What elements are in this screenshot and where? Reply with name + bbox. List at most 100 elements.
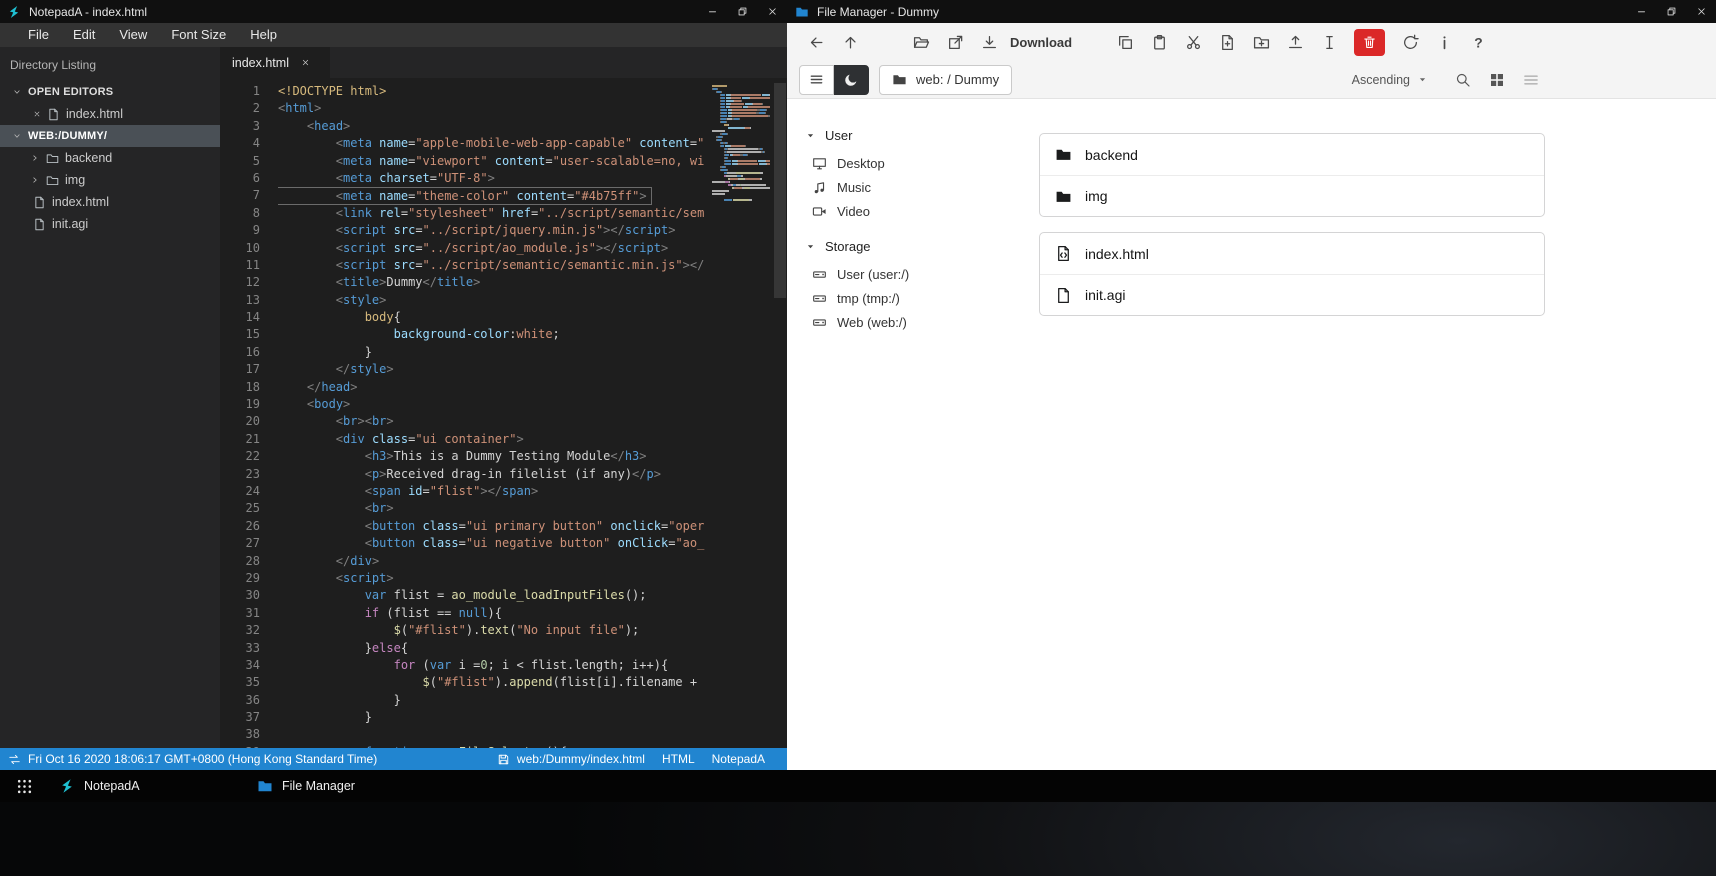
open-in-new-button[interactable]	[938, 27, 972, 57]
scrollbar-thumb[interactable]	[774, 83, 786, 298]
task-notepada[interactable]: NotepadA	[46, 770, 244, 802]
tree-item-open-editors[interactable]: OPEN EDITORS	[0, 81, 220, 103]
new-folder-button[interactable]	[1244, 27, 1278, 57]
paste-button[interactable]	[1142, 27, 1176, 57]
code-area[interactable]: 1 2 3 4 5 6 7 8 9 10 11 12 13 14 15 16 17 18 19 20 21 22 23 24 2…	[220, 78, 787, 748]
minimize-icon	[707, 6, 718, 17]
sync-arrows-icon	[8, 753, 21, 766]
cut-button[interactable]	[1176, 27, 1210, 57]
back-button[interactable]	[799, 27, 833, 57]
file-row-backend[interactable]: backend	[1040, 134, 1544, 175]
sidebar-item-web-web[interactable]: Web (web:/)	[805, 310, 1015, 334]
dark-mode-toggle[interactable]	[834, 64, 869, 95]
apps-button[interactable]	[10, 772, 38, 800]
section-storage[interactable]: Storage	[805, 236, 1015, 256]
chevron-right-icon	[30, 153, 40, 163]
code-line: <link rel="stylesheet" href="../script/s…	[335, 205, 705, 220]
close-icon[interactable]	[33, 110, 41, 118]
minimap[interactable]	[712, 85, 770, 202]
editor-scrollbar[interactable]	[773, 78, 787, 748]
file-name: index.html	[1085, 245, 1149, 262]
code-line: }	[278, 692, 401, 707]
download-button[interactable]	[972, 27, 1006, 57]
code-line: <meta name="viewport" content="user-scal…	[335, 153, 705, 168]
notepada-titlebar[interactable]: NotepadA - index.html	[0, 0, 787, 23]
upload-button[interactable]	[1278, 27, 1312, 57]
menu-edit[interactable]: Edit	[61, 23, 107, 47]
code-editor[interactable]: index.html 1 2 3 4 5 6 7 8 9 10 11 12 13 14 15 16 17 18 19…	[220, 47, 787, 748]
grid-view-button[interactable]	[1480, 65, 1514, 95]
list-view-button[interactable]	[1514, 65, 1548, 95]
editor-tabbar: index.html	[220, 47, 787, 78]
line-number: 8	[252, 205, 260, 220]
sidebar-item-desktop[interactable]: Desktop	[805, 151, 1015, 175]
tree-item-index-html[interactable]: index.html	[0, 103, 220, 125]
file-plus-icon	[1219, 34, 1236, 51]
line-number: 28	[245, 553, 260, 568]
status-language[interactable]: HTML	[662, 752, 695, 766]
close-icon	[767, 6, 778, 17]
copy-button[interactable]	[1108, 27, 1142, 57]
tree-item-backend[interactable]: backend	[0, 147, 220, 169]
rename-button[interactable]	[1312, 27, 1346, 57]
filemanager-titlebar[interactable]: File Manager - Dummy	[787, 0, 1716, 23]
info-button[interactable]	[1427, 27, 1461, 57]
tab-index-html[interactable]: index.html	[220, 47, 330, 78]
restore-button[interactable]	[727, 0, 757, 23]
download-icon	[981, 34, 998, 51]
open-button[interactable]	[904, 27, 938, 57]
section-user[interactable]: User	[805, 125, 1015, 145]
delete-button[interactable]	[1354, 28, 1386, 56]
filemanager-logo-icon	[795, 5, 809, 19]
tree-item-init-agi[interactable]: init.agi	[0, 213, 220, 235]
line-number: 2	[252, 101, 260, 116]
sidebar-item-tmp-tmp[interactable]: tmp (tmp:/)	[805, 286, 1015, 310]
help-button[interactable]: ?	[1461, 27, 1495, 57]
search-button[interactable]	[1446, 65, 1480, 95]
status-datetime: Fri Oct 16 2020 18:06:17 GMT+0800 (Hong …	[28, 752, 378, 766]
breadcrumb[interactable]: web: / Dummy	[879, 64, 1013, 95]
up-button[interactable]	[833, 27, 867, 57]
file-row-init-agi[interactable]: init.agi	[1040, 274, 1544, 315]
file-row-index-html[interactable]: index.html	[1040, 233, 1544, 274]
tree-item-index-html[interactable]: index.html	[0, 191, 220, 213]
minimize-button[interactable]	[1626, 0, 1656, 23]
sidebar-item-music[interactable]: Music	[805, 175, 1015, 199]
code-line: <script>	[335, 570, 394, 585]
moon-icon	[844, 72, 859, 87]
refresh-button[interactable]	[1393, 27, 1427, 57]
sidebar-item-user-user[interactable]: User (user:/)	[805, 262, 1015, 286]
download-label[interactable]: Download	[1010, 35, 1072, 50]
menu-file[interactable]: File	[16, 23, 61, 47]
code-line: <span id="flist"></span>	[364, 483, 539, 498]
minimize-icon	[1636, 6, 1647, 17]
menu-help[interactable]: Help	[238, 23, 289, 47]
minimize-button[interactable]	[697, 0, 727, 23]
restore-button[interactable]	[1656, 0, 1686, 23]
sidebar-item-video[interactable]: Video	[805, 199, 1015, 223]
code-content[interactable]: <!DOCTYPE html> <html> <head> <meta name=…	[278, 83, 707, 748]
code-line: <script src="../script/ao_module.js"></s…	[335, 240, 669, 255]
taskbar: NotepadA File Manager	[0, 770, 1716, 802]
code-line: }	[278, 344, 372, 359]
line-number: 34	[245, 657, 260, 672]
menu-font-size[interactable]: Font Size	[159, 23, 238, 47]
active-line: <meta name="theme-color" content="#4b75f…	[278, 187, 652, 205]
close-button[interactable]	[1686, 0, 1716, 23]
tree-item-label: index.html	[52, 195, 109, 209]
code-line: $("#flist").append(flist[i].filename +	[422, 675, 705, 690]
task-file-manager[interactable]: File Manager	[244, 770, 442, 802]
new-file-button[interactable]	[1210, 27, 1244, 57]
floppy-icon[interactable]	[497, 753, 510, 766]
menu-view[interactable]: View	[107, 23, 159, 47]
code-line: <div class="ui container">	[335, 431, 524, 446]
sort-dropdown[interactable]: Ascending	[1352, 73, 1428, 87]
tree-item-web-dummy[interactable]: WEB:/DUMMY/	[0, 125, 220, 147]
code-line: </div>	[335, 553, 380, 568]
menu-button[interactable]	[799, 64, 834, 95]
file-row-img[interactable]: img	[1040, 175, 1544, 216]
sidebar-item-label: User (user:/)	[837, 266, 910, 282]
tab-close-icon[interactable]	[301, 58, 310, 67]
tree-item-img[interactable]: img	[0, 169, 220, 191]
close-button[interactable]	[757, 0, 787, 23]
